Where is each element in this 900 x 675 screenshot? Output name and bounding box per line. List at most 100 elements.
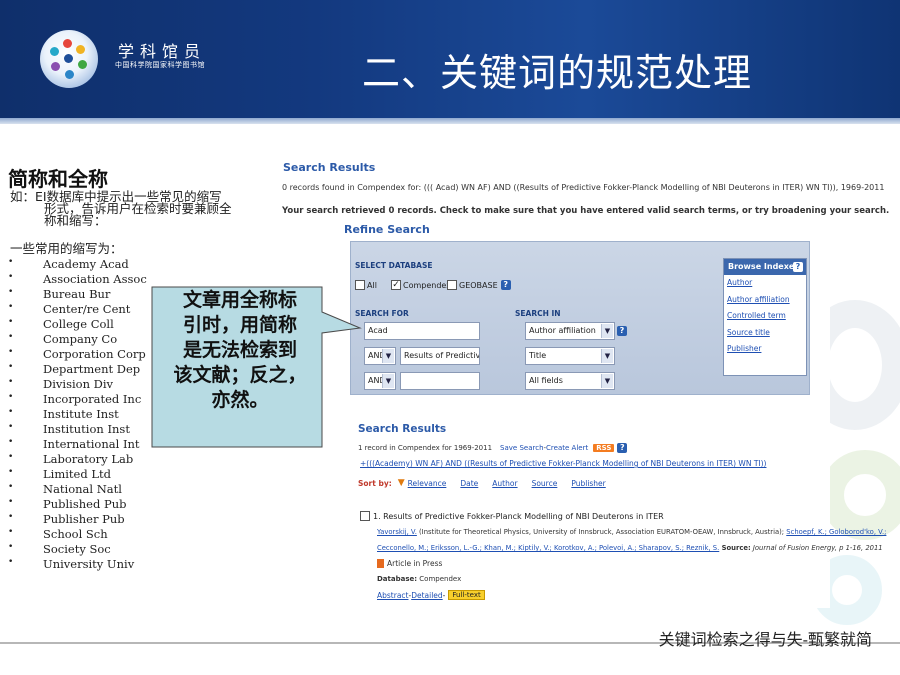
common-abbr-label: 一些常用的缩写为： bbox=[10, 241, 123, 256]
abbreviation-text: Company Co bbox=[43, 332, 118, 346]
abbreviation-text: Department Dep bbox=[43, 362, 141, 376]
save-search-link[interactable]: Save Search bbox=[500, 444, 543, 452]
bullet-icon: • bbox=[8, 257, 14, 267]
abbreviation-text: Laboratory Lab bbox=[43, 452, 134, 466]
list-item: • International Int bbox=[8, 437, 147, 452]
list-item: • School Sch bbox=[8, 527, 147, 542]
callout-line: 亦然。 bbox=[211, 389, 269, 411]
abstract-link[interactable]: Abstract bbox=[377, 591, 408, 600]
bullet-icon: • bbox=[8, 332, 14, 342]
list-item: • Published Pub bbox=[8, 497, 147, 512]
callout-line: 是无法检索到 bbox=[182, 339, 297, 361]
browse-publisher-link[interactable]: Publisher bbox=[724, 341, 806, 358]
browse-indexes-box: Browse Indexes ? Author Author affiliati… bbox=[723, 258, 807, 376]
search-in-select[interactable]: All fields ▼ bbox=[525, 372, 615, 390]
db-all-checkbox[interactable]: All bbox=[355, 280, 377, 290]
record-title-text: 1. Results of Predictive Fokker-Planck M… bbox=[373, 511, 664, 521]
list-item: • Division Div bbox=[8, 377, 147, 392]
search-query-link[interactable]: +(((Academy) WN AF) AND ((Results of Pre… bbox=[360, 459, 766, 468]
retrieved-message: Your search retrieved 0 records. Check t… bbox=[282, 206, 890, 216]
abbreviation-list: • Academy Acad • Association Assoc • Bureau B… bbox=[8, 257, 147, 572]
search-term-input[interactable] bbox=[400, 372, 480, 390]
search-results-title: Search Results bbox=[283, 161, 376, 174]
boolean-operator-select[interactable]: AND ▼ bbox=[364, 372, 396, 390]
sort-relevance[interactable]: Relevance bbox=[408, 479, 447, 488]
sort-bar: Sort by: ▼ Relevance Date Author Source … bbox=[358, 478, 620, 488]
abbreviation-text: Division Div bbox=[43, 377, 114, 391]
record-links: Abstract - Detailed - Full-text bbox=[377, 590, 485, 600]
header-divider bbox=[0, 118, 900, 124]
list-item: • Society Soc bbox=[8, 542, 147, 557]
author-link[interactable]: Schoepf, K.; Goloborod'ko, V.; bbox=[786, 528, 886, 536]
boolean-operator-select[interactable]: AND ▼ bbox=[364, 347, 396, 365]
brand-name: 学科馆员 bbox=[118, 42, 207, 61]
bullet-icon: • bbox=[8, 542, 14, 552]
sort-date[interactable]: Date bbox=[460, 479, 478, 488]
fulltext-button[interactable]: Full-text bbox=[448, 590, 485, 600]
abbreviation-text: Academy Acad bbox=[43, 257, 129, 271]
browse-indexes-title: Browse Indexes bbox=[728, 262, 800, 271]
bullet-icon: • bbox=[8, 302, 14, 312]
search-in-label: SEARCH IN bbox=[515, 309, 561, 318]
help-icon[interactable]: ? bbox=[793, 262, 803, 272]
list-item: • Incorporated Inc bbox=[8, 392, 147, 407]
callout-line: 引时，用简称 bbox=[182, 314, 297, 336]
select-database-label: SELECT DATABASE bbox=[355, 261, 433, 270]
select-value: Title bbox=[529, 351, 547, 360]
chevron-down-icon: ▼ bbox=[601, 349, 613, 363]
bullet-icon: • bbox=[8, 407, 14, 417]
search-term-input[interactable]: Results of Predictive bbox=[400, 347, 480, 365]
search-in-select[interactable]: Author affiliation ▼ bbox=[525, 322, 615, 340]
abbreviation-text: Published Pub bbox=[43, 497, 127, 511]
bullet-icon: • bbox=[8, 482, 14, 492]
search-term-input[interactable]: Acad bbox=[364, 322, 480, 340]
help-icon[interactable]: ? bbox=[617, 326, 627, 336]
abbreviation-text: Incorporated Inc bbox=[43, 392, 142, 406]
bullet-icon: • bbox=[8, 287, 14, 297]
browse-author-link[interactable]: Author bbox=[724, 275, 806, 292]
checkbox-box[interactable] bbox=[447, 280, 457, 290]
checkbox-checked[interactable]: ✓ bbox=[391, 280, 401, 290]
db-geobase-checkbox[interactable]: GEOBASE ? bbox=[447, 280, 511, 290]
slide-header: 学科馆员 中国科学院国家科学图书馆 二、关键词的规范处理 bbox=[0, 0, 900, 118]
sort-source[interactable]: Source bbox=[532, 479, 558, 488]
abbreviation-text: Publisher Pub bbox=[43, 512, 125, 526]
list-item: • Association Assoc bbox=[8, 272, 147, 287]
db-compendex-checkbox[interactable]: ✓ Compendex bbox=[391, 280, 451, 290]
bullet-icon: • bbox=[8, 452, 14, 462]
result-record-title: 1. Results of Predictive Fokker-Planck M… bbox=[360, 511, 664, 521]
sort-publisher[interactable]: Publisher bbox=[571, 479, 605, 488]
create-alert-link[interactable]: Create Alert bbox=[546, 444, 588, 452]
intro-text: 如：EI数据库中提示出一些常见的缩写 形式，告诉用户在检索时要兼顾全 称和缩写： bbox=[10, 190, 272, 227]
checkbox-label: GEOBASE bbox=[459, 280, 498, 290]
sort-author[interactable]: Author bbox=[492, 479, 517, 488]
record-authors-line: Cecconello, M.; Eriksson, L.-G.; Khan, M… bbox=[377, 544, 883, 552]
abbreviation-text: Institution Inst bbox=[43, 422, 130, 436]
search-screenshot: Search Results 0 records found in Compen… bbox=[278, 158, 889, 608]
results-count-line: 1 record in Compendex for 1969-2011 Save… bbox=[358, 443, 628, 453]
list-item: • Publisher Pub bbox=[8, 512, 147, 527]
rss-icon[interactable]: RSS bbox=[593, 444, 615, 452]
sort-by-label: Sort by: bbox=[358, 478, 392, 488]
browse-controlled-term-link[interactable]: Controlled term bbox=[724, 308, 806, 325]
list-item: • College Coll bbox=[8, 317, 147, 332]
help-icon[interactable]: ? bbox=[500, 280, 511, 290]
author-link[interactable]: Cecconello, M.; Eriksson, L.-G.; Khan, M… bbox=[377, 544, 719, 552]
list-item: • Department Dep bbox=[8, 362, 147, 377]
author-link[interactable]: Yavorskij, V. bbox=[377, 528, 417, 536]
slide-title: 二、关键词的规范处理 bbox=[362, 51, 753, 95]
browse-source-title-link[interactable]: Source title bbox=[724, 325, 806, 342]
record-checkbox[interactable] bbox=[360, 511, 370, 521]
list-item: • Institute Inst bbox=[8, 407, 147, 422]
checkbox-label: Compendex bbox=[403, 280, 451, 290]
detailed-link[interactable]: Detailed bbox=[411, 591, 442, 600]
help-icon[interactable]: ? bbox=[617, 443, 628, 453]
chevron-down-icon: ▼ bbox=[601, 324, 613, 338]
search-in-select[interactable]: Title ▼ bbox=[525, 347, 615, 365]
bullet-icon: • bbox=[8, 362, 14, 372]
checkbox-box[interactable] bbox=[355, 280, 365, 290]
bullet-icon: • bbox=[8, 512, 14, 522]
callout-text: 文章用全称标 引时，用简称 是无法检索到 该文献；反之， 亦然。 bbox=[156, 288, 324, 413]
bullet-icon: • bbox=[8, 497, 14, 507]
browse-affiliation-link[interactable]: Author affiliation bbox=[724, 292, 806, 309]
